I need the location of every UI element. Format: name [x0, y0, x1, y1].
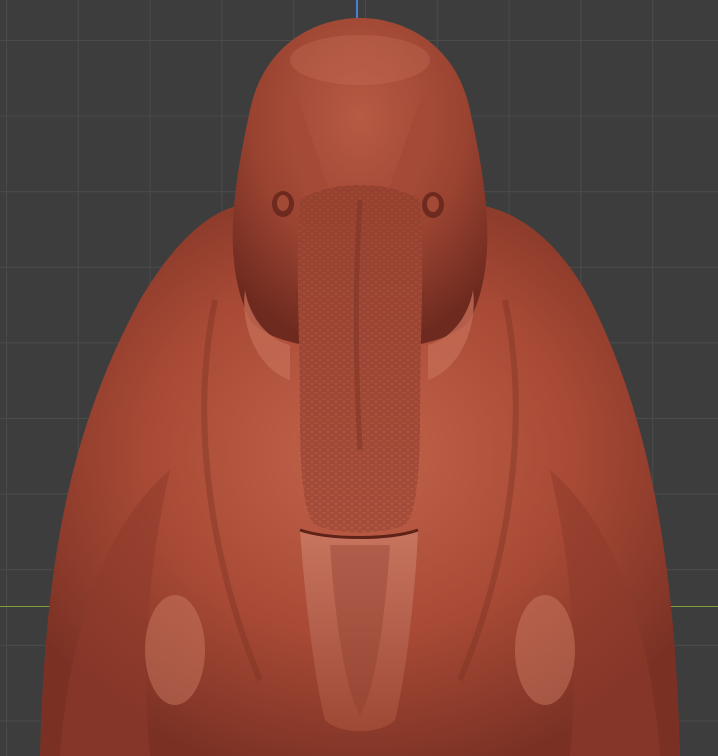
chest-highlight-right: [515, 595, 575, 705]
3d-viewport[interactable]: [0, 0, 718, 756]
sculpt-model[interactable]: [0, 0, 718, 756]
chest-highlight-left: [145, 595, 205, 705]
head-highlight: [290, 35, 430, 85]
